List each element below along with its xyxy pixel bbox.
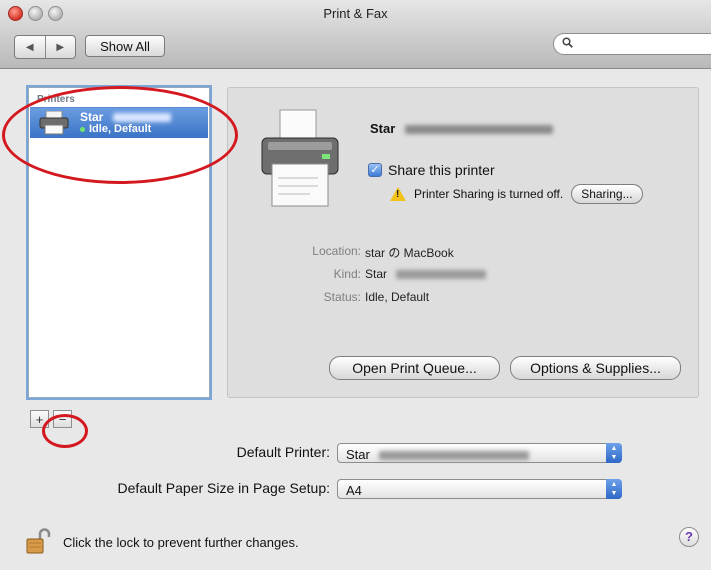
location-label: Location: <box>312 244 361 258</box>
printer-list-item-status: Idle, Default <box>80 123 151 135</box>
status-label: Status: <box>323 290 361 304</box>
printer-list-item-name: Star <box>80 110 171 124</box>
default-paper-size-label: Default Paper Size in Page Setup: <box>117 480 330 496</box>
popup-arrows-icon: ▲ ▼ <box>606 479 622 499</box>
search-field[interactable] <box>553 33 711 55</box>
default-printer-label: Default Printer: <box>236 444 330 460</box>
show-all-button[interactable]: Show All <box>85 35 165 57</box>
window-title: Print & Fax <box>323 6 388 21</box>
kind-value: Star <box>365 267 487 281</box>
lock-icon[interactable] <box>25 528 51 554</box>
printer-name: Star <box>370 121 553 136</box>
printers-header: Printers <box>37 94 75 105</box>
printer-list-item[interactable]: Star Idle, Default <box>30 107 208 138</box>
printer-list[interactable]: Printers Star Idle, Default <box>28 87 210 398</box>
help-button[interactable]: ? <box>679 527 699 547</box>
default-printer-popup[interactable]: Star ▲ ▼ <box>337 443 622 463</box>
location-value: star の MacBook <box>365 246 454 260</box>
redacted-model-text <box>379 451 530 461</box>
remove-printer-button[interactable]: − <box>53 410 72 428</box>
sharing-off-text: Printer Sharing is turned off. <box>414 187 564 201</box>
redacted-model-text <box>404 125 553 135</box>
kind-label: Kind: <box>333 267 361 281</box>
popup-arrows-icon: ▲ ▼ <box>606 443 622 463</box>
status-dot-icon <box>80 126 85 132</box>
add-printer-button[interactable]: + <box>30 410 49 428</box>
warning-icon <box>390 187 406 201</box>
share-printer-row[interactable]: ✓ Share this printer <box>368 162 495 178</box>
search-icon <box>562 37 573 51</box>
lock-message: Click the lock to prevent further change… <box>63 535 299 550</box>
status-value: Idle, Default <box>365 290 430 304</box>
default-paper-size-value: A4 <box>346 483 362 498</box>
share-printer-label: Share this printer <box>388 162 495 178</box>
window-toolbar: Print & Fax ◀ ▶ Show All <box>0 0 711 69</box>
redacted-model-text <box>112 113 171 123</box>
options-supplies-button[interactable]: Options & Supplies... <box>510 356 681 380</box>
printer-large-icon <box>261 109 339 207</box>
back-forward-control[interactable]: ◀ ▶ <box>14 35 76 59</box>
open-print-queue-button[interactable]: Open Print Queue... <box>329 356 500 380</box>
sharing-button[interactable]: Sharing... <box>571 184 643 204</box>
redacted-model-text <box>396 270 487 280</box>
default-printer-value: Star <box>346 447 530 462</box>
sharing-warning-row: Printer Sharing is turned off. Sharing..… <box>390 184 643 204</box>
share-printer-checkbox[interactable]: ✓ <box>368 163 382 177</box>
forward-arrow-icon[interactable]: ▶ <box>44 36 76 58</box>
printer-icon <box>39 111 69 135</box>
back-arrow-icon[interactable]: ◀ <box>15 36 45 58</box>
default-paper-size-popup[interactable]: A4 ▲ ▼ <box>337 479 622 499</box>
